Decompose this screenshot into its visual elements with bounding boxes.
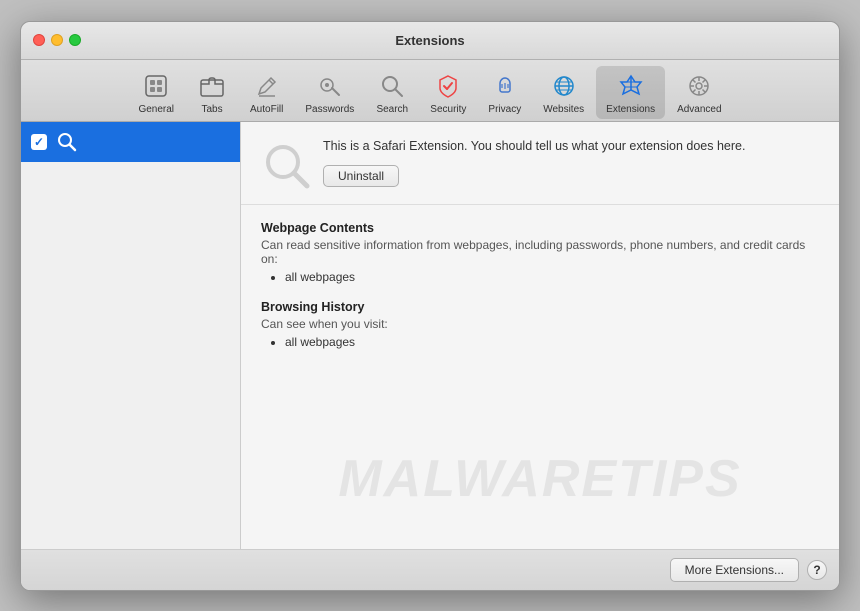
browsing-history-title: Browsing History <box>261 300 819 314</box>
permissions-section: Webpage Contents Can read sensitive info… <box>241 205 839 381</box>
toolbar-item-general[interactable]: General <box>128 66 184 119</box>
search-icon <box>376 70 408 102</box>
maximize-button[interactable] <box>69 34 81 46</box>
browsing-history-item: all webpages <box>285 335 819 349</box>
general-label: General <box>138 104 174 115</box>
webpage-contents-title: Webpage Contents <box>261 221 819 235</box>
toolbar-item-privacy[interactable]: Privacy <box>478 66 531 119</box>
sidebar-item-search-ext[interactable]: ✓ <box>21 122 240 162</box>
websites-icon <box>548 70 580 102</box>
toolbar: General Tabs AutoFill <box>21 60 839 122</box>
toolbar-item-advanced[interactable]: Advanced <box>667 66 731 119</box>
passwords-icon <box>314 70 346 102</box>
webpage-contents-section: Webpage Contents Can read sensitive info… <box>261 221 819 284</box>
more-extensions-button[interactable]: More Extensions... <box>670 558 799 582</box>
content-area: ✓ MALWARETIPS <box>21 122 839 549</box>
extensions-label: Extensions <box>606 104 655 115</box>
toolbar-item-search[interactable]: Search <box>366 66 418 119</box>
toolbar-item-tabs[interactable]: Tabs <box>186 66 238 119</box>
extension-detail-panel: MALWARETIPS This is a Safari Extension. … <box>241 122 839 549</box>
close-button[interactable] <box>33 34 45 46</box>
websites-label: Websites <box>543 104 584 115</box>
toolbar-item-extensions[interactable]: Extensions <box>596 66 665 119</box>
toolbar-item-autofill[interactable]: AutoFill <box>240 66 293 119</box>
titlebar: Extensions <box>21 22 839 60</box>
privacy-icon <box>489 70 521 102</box>
toolbar-item-passwords[interactable]: Passwords <box>295 66 364 119</box>
watermark: MALWARETIPS <box>241 449 839 509</box>
security-label: Security <box>430 104 466 115</box>
tabs-label: Tabs <box>201 104 222 115</box>
traffic-lights <box>33 34 81 46</box>
help-button[interactable]: ? <box>807 560 827 580</box>
check-icon: ✓ <box>34 135 44 149</box>
toolbar-item-websites[interactable]: Websites <box>533 66 594 119</box>
minimize-button[interactable] <box>51 34 63 46</box>
window-title: Extensions <box>395 33 464 48</box>
general-icon <box>140 70 172 102</box>
toolbar-item-security[interactable]: Security <box>420 66 476 119</box>
tabs-icon <box>196 70 228 102</box>
extensions-icon <box>615 70 647 102</box>
passwords-label: Passwords <box>305 104 354 115</box>
security-icon <box>432 70 464 102</box>
extensions-sidebar: ✓ <box>21 122 241 549</box>
autofill-icon <box>251 70 283 102</box>
safari-preferences-window: Extensions General <box>20 21 840 591</box>
webpage-contents-desc: Can read sensitive information from webp… <box>261 238 819 266</box>
search-label: Search <box>376 104 408 115</box>
webpage-contents-list: all webpages <box>261 270 819 284</box>
uninstall-button[interactable]: Uninstall <box>323 165 399 187</box>
browsing-history-list: all webpages <box>261 335 819 349</box>
extension-checkbox[interactable]: ✓ <box>31 134 47 150</box>
browsing-history-desc: Can see when you visit: <box>261 317 819 331</box>
autofill-label: AutoFill <box>250 104 283 115</box>
advanced-icon <box>683 70 715 102</box>
webpage-contents-item: all webpages <box>285 270 819 284</box>
privacy-label: Privacy <box>488 104 521 115</box>
extension-description: This is a Safari Extension. You should t… <box>323 138 819 156</box>
bottom-bar: More Extensions... ? <box>21 549 839 590</box>
browsing-history-section: Browsing History Can see when you visit:… <box>261 300 819 349</box>
extension-large-icon <box>261 140 311 190</box>
extension-search-icon <box>55 130 79 154</box>
advanced-label: Advanced <box>677 104 721 115</box>
extension-info: This is a Safari Extension. You should t… <box>323 138 819 188</box>
extension-header: This is a Safari Extension. You should t… <box>241 122 839 205</box>
